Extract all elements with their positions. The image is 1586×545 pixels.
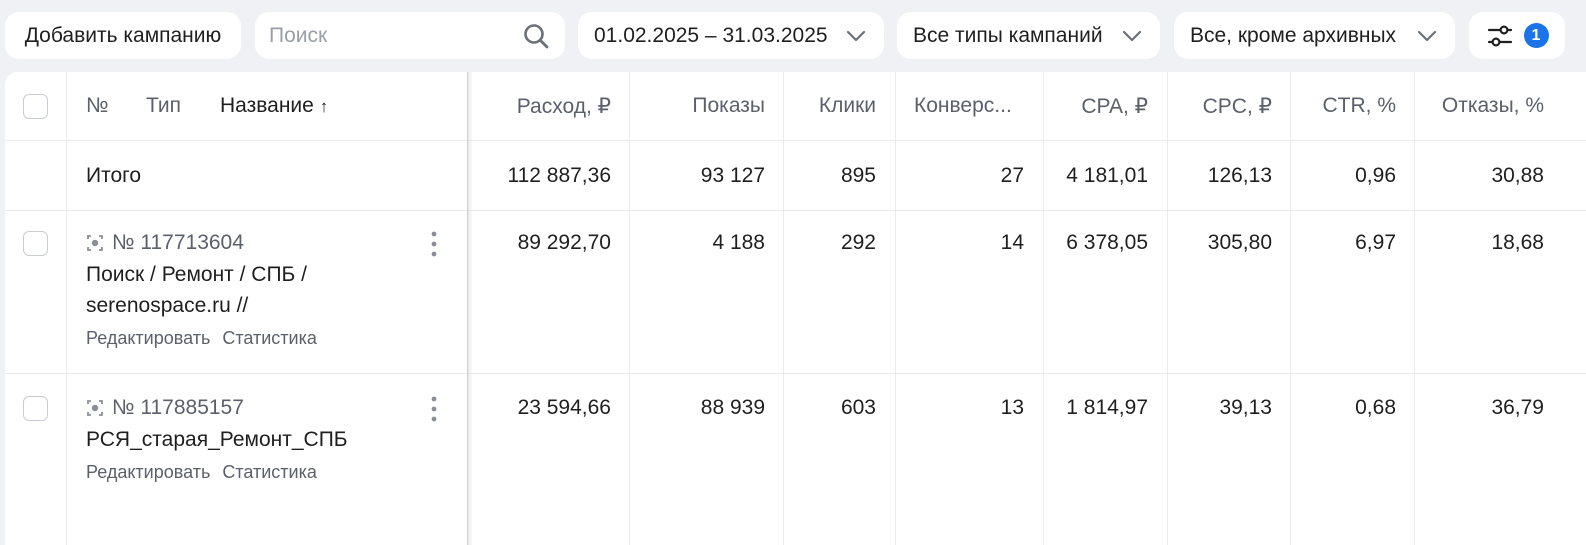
search-placeholder[interactable]: Поиск	[269, 24, 521, 48]
header-number[interactable]: №	[86, 94, 109, 118]
clicks-cell: 603	[840, 396, 876, 419]
bounces-cell: 36,79	[1491, 396, 1544, 419]
bounces-cell: 18,68	[1491, 231, 1544, 254]
campaign-actions: Редактировать Статистика	[86, 328, 317, 349]
cost-cell: 89 292,70	[517, 231, 611, 254]
total-impressions: 93 127	[700, 164, 765, 187]
search-field[interactable]: Поиск	[255, 12, 565, 59]
chevron-down-icon	[1122, 30, 1142, 41]
sort-ascending-icon: ↑	[319, 97, 329, 116]
campaigns-table: № Тип Название ↑ Расход, ₽ Показы Клики …	[5, 72, 1586, 545]
campaign-types-label: Все типы кампаний	[913, 23, 1103, 47]
filters-button[interactable]: 1	[1469, 12, 1565, 59]
campaign-id-label: № 117713604	[112, 231, 244, 254]
more-options-icon[interactable]	[423, 229, 445, 259]
cost-cell: 23 594,66	[517, 396, 611, 419]
clicks-cell: 292	[840, 231, 876, 254]
campaign-type-icon	[87, 235, 103, 251]
toolbar: Добавить кампанию Поиск 01.02.2025 – 31.…	[0, 0, 1586, 72]
more-options-icon[interactable]	[423, 394, 445, 424]
header-impressions[interactable]: Показы	[692, 94, 765, 118]
cpc-cell: 305,80	[1207, 231, 1272, 254]
cpa-cell: 1 814,97	[1066, 396, 1148, 419]
chevron-down-icon	[846, 30, 866, 41]
search-icon[interactable]	[521, 21, 551, 51]
impressions-cell: 4 188	[712, 231, 765, 254]
header-conversions[interactable]: Конверс...	[914, 94, 1012, 118]
table-header-row: № Тип Название ↑ Расход, ₽ Показы Клики …	[5, 72, 1586, 141]
row-checkbox[interactable]	[23, 396, 48, 421]
add-campaign-label: Добавить кампанию	[24, 23, 222, 47]
sliders-icon	[1487, 24, 1512, 47]
conversions-cell: 14	[1000, 231, 1024, 254]
campaign-id: № 117885157	[86, 396, 244, 420]
edit-link[interactable]: Редактировать	[86, 462, 210, 483]
conversions-cell: 13	[1000, 396, 1024, 419]
statistics-link[interactable]: Статистика	[222, 328, 317, 349]
campaign-name-line: Поиск / Ремонт / СПБ /	[86, 263, 308, 286]
add-campaign-button[interactable]: Добавить кампанию	[5, 12, 241, 59]
row-checkbox[interactable]	[23, 231, 48, 256]
total-conversions: 27	[1000, 164, 1024, 187]
total-bounces: 30,88	[1491, 164, 1544, 187]
campaign-id-label: № 117885157	[112, 396, 244, 419]
impressions-cell: 88 939	[700, 396, 765, 419]
campaign-name-line: serenospace.ru //	[86, 294, 249, 317]
ctr-cell: 6,97	[1355, 231, 1396, 254]
status-filter-dropdown[interactable]: Все, кроме архивных	[1174, 12, 1455, 59]
campaign-type-icon	[87, 400, 103, 416]
header-type[interactable]: Тип	[146, 94, 181, 118]
campaign-types-dropdown[interactable]: Все типы кампаний	[897, 12, 1160, 59]
campaign-actions: Редактировать Статистика	[86, 462, 317, 483]
date-range-dropdown[interactable]: 01.02.2025 – 31.03.2025	[578, 12, 884, 59]
header-clicks[interactable]: Клики	[819, 94, 876, 118]
campaign-id: № 117713604	[86, 231, 244, 255]
table-row: № 117713604 Поиск / Ремонт / СПБ / seren…	[5, 211, 1586, 374]
sticky-column-shadow	[467, 72, 473, 545]
total-label: Итого	[86, 164, 142, 187]
filters-count-badge: 1	[1523, 23, 1549, 48]
status-filter-label: Все, кроме архивных	[1190, 23, 1397, 47]
chevron-down-icon	[1417, 30, 1437, 41]
date-range-label: 01.02.2025 – 31.03.2025	[594, 23, 828, 47]
edit-link[interactable]: Редактировать	[86, 328, 210, 349]
campaign-name[interactable]: РСЯ_старая_Ремонт_СПБ	[86, 424, 416, 455]
header-name-label: Название	[220, 94, 314, 117]
header-name[interactable]: Название ↑	[220, 94, 328, 118]
header-cpa[interactable]: CPA, ₽	[1081, 94, 1148, 119]
select-all-checkbox[interactable]	[23, 94, 48, 119]
campaign-name[interactable]: Поиск / Ремонт / СПБ / serenospace.ru //	[86, 259, 416, 321]
campaign-name-line: РСЯ_старая_Ремонт_СПБ	[86, 428, 348, 451]
header-cpc[interactable]: CPC, ₽	[1203, 94, 1272, 119]
header-bounces[interactable]: Отказы, %	[1442, 94, 1544, 118]
ctr-cell: 0,68	[1355, 396, 1396, 419]
cpa-cell: 6 378,05	[1066, 231, 1148, 254]
total-cost: 112 887,36	[507, 164, 611, 187]
total-cpa: 4 181,01	[1066, 164, 1148, 187]
total-ctr: 0,96	[1355, 164, 1396, 187]
total-row: Итого 112 887,36 93 127 895 27 4 181,01 …	[5, 141, 1586, 211]
cpc-cell: 39,13	[1219, 396, 1272, 419]
header-ctr[interactable]: CTR, %	[1323, 94, 1397, 118]
total-cpc: 126,13	[1207, 164, 1272, 187]
header-cost[interactable]: Расход, ₽	[517, 94, 611, 119]
total-clicks: 895	[840, 164, 876, 187]
statistics-link[interactable]: Статистика	[222, 462, 317, 483]
table-row: № 117885157 РСЯ_старая_Ремонт_СПБ Редакт…	[5, 374, 1586, 545]
